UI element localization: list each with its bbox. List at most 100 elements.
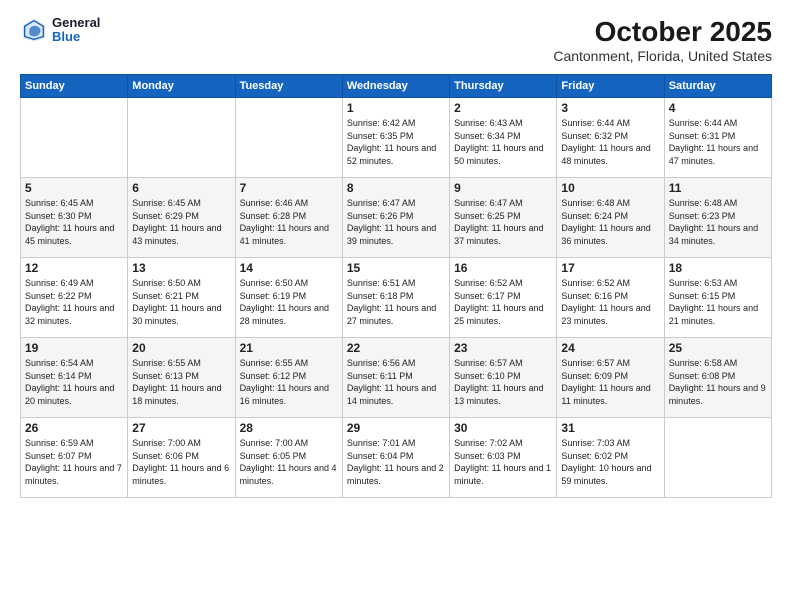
cell-5-3: 28 Sunrise: 7:00 AM Sunset: 6:05 PM Dayli… (235, 418, 342, 498)
cell-info: Sunrise: 6:45 AM Sunset: 6:29 PM Dayligh… (132, 197, 230, 247)
cell-info: Sunrise: 6:49 AM Sunset: 6:22 PM Dayligh… (25, 277, 123, 327)
cell-3-7: 18 Sunrise: 6:53 AM Sunset: 6:15 PM Dayli… (664, 258, 771, 338)
day-number: 13 (132, 261, 230, 275)
day-number: 9 (454, 181, 552, 195)
day-number: 22 (347, 341, 445, 355)
day-number: 11 (669, 181, 767, 195)
cell-info: Sunrise: 6:55 AM Sunset: 6:13 PM Dayligh… (132, 357, 230, 407)
cell-info: Sunrise: 6:44 AM Sunset: 6:31 PM Dayligh… (669, 117, 767, 167)
cell-5-5: 30 Sunrise: 7:02 AM Sunset: 6:03 PM Dayli… (450, 418, 557, 498)
day-number: 26 (25, 421, 123, 435)
cell-2-6: 10Sunrise: 6:48 AM Sunset: 6:24 PM Dayli… (557, 178, 664, 258)
day-number: 2 (454, 101, 552, 115)
cell-info: Sunrise: 6:46 AM Sunset: 6:28 PM Dayligh… (240, 197, 338, 247)
cell-1-1 (21, 98, 128, 178)
cell-4-4: 22 Sunrise: 6:56 AM Sunset: 6:11 PM Dayli… (342, 338, 449, 418)
cell-1-6: 3 Sunrise: 6:44 AM Sunset: 6:32 PM Daylig… (557, 98, 664, 178)
day-number: 17 (561, 261, 659, 275)
day-number: 3 (561, 101, 659, 115)
cell-info: Sunrise: 6:57 AM Sunset: 6:09 PM Dayligh… (561, 357, 659, 407)
col-friday: Friday (557, 75, 664, 98)
cell-3-5: 16 Sunrise: 6:52 AM Sunset: 6:17 PM Dayli… (450, 258, 557, 338)
cell-2-5: 9Sunrise: 6:47 AM Sunset: 6:25 PM Daylig… (450, 178, 557, 258)
day-number: 4 (669, 101, 767, 115)
cell-5-1: 26 Sunrise: 6:59 AM Sunset: 6:07 PM Dayli… (21, 418, 128, 498)
day-number: 28 (240, 421, 338, 435)
day-number: 18 (669, 261, 767, 275)
cell-3-2: 13 Sunrise: 6:50 AM Sunset: 6:21 PM Dayli… (128, 258, 235, 338)
page-subtitle: Cantonment, Florida, United States (553, 48, 772, 64)
cell-4-3: 21 Sunrise: 6:55 AM Sunset: 6:12 PM Dayli… (235, 338, 342, 418)
cell-3-1: 12 Sunrise: 6:49 AM Sunset: 6:22 PM Dayli… (21, 258, 128, 338)
cell-2-7: 11Sunrise: 6:48 AM Sunset: 6:23 PM Dayli… (664, 178, 771, 258)
cell-info: Sunrise: 6:59 AM Sunset: 6:07 PM Dayligh… (25, 437, 123, 487)
cell-info: Sunrise: 6:58 AM Sunset: 6:08 PM Dayligh… (669, 357, 767, 407)
cell-info: Sunrise: 6:54 AM Sunset: 6:14 PM Dayligh… (25, 357, 123, 407)
cell-1-5: 2 Sunrise: 6:43 AM Sunset: 6:34 PM Daylig… (450, 98, 557, 178)
cell-1-3 (235, 98, 342, 178)
page: General Blue October 2025 Cantonment, Fl… (0, 0, 792, 612)
col-tuesday: Tuesday (235, 75, 342, 98)
day-number: 6 (132, 181, 230, 195)
cell-1-2 (128, 98, 235, 178)
day-number: 7 (240, 181, 338, 195)
cell-3-4: 15 Sunrise: 6:51 AM Sunset: 6:18 PM Dayli… (342, 258, 449, 338)
cell-5-6: 31Sunrise: 7:03 AM Sunset: 6:02 PM Dayli… (557, 418, 664, 498)
cell-info: Sunrise: 6:52 AM Sunset: 6:17 PM Dayligh… (454, 277, 552, 327)
cell-5-4: 29 Sunrise: 7:01 AM Sunset: 6:04 PM Dayli… (342, 418, 449, 498)
day-number: 12 (25, 261, 123, 275)
day-number: 30 (454, 421, 552, 435)
cell-2-3: 7 Sunrise: 6:46 AM Sunset: 6:28 PM Daylig… (235, 178, 342, 258)
cell-3-6: 17 Sunrise: 6:52 AM Sunset: 6:16 PM Dayli… (557, 258, 664, 338)
cell-info: Sunrise: 6:53 AM Sunset: 6:15 PM Dayligh… (669, 277, 767, 327)
cell-info: Sunrise: 7:00 AM Sunset: 6:05 PM Dayligh… (240, 437, 338, 487)
cell-info: Sunrise: 6:48 AM Sunset: 6:24 PM Dayligh… (561, 197, 659, 247)
day-number: 5 (25, 181, 123, 195)
cell-info: Sunrise: 6:44 AM Sunset: 6:32 PM Dayligh… (561, 117, 659, 167)
day-number: 25 (669, 341, 767, 355)
col-wednesday: Wednesday (342, 75, 449, 98)
cell-info: Sunrise: 6:43 AM Sunset: 6:34 PM Dayligh… (454, 117, 552, 167)
cell-info: Sunrise: 7:03 AM Sunset: 6:02 PM Dayligh… (561, 437, 659, 487)
day-number: 16 (454, 261, 552, 275)
logo-icon (20, 16, 48, 44)
day-number: 24 (561, 341, 659, 355)
logo-general: General (52, 16, 100, 30)
week-row-3: 12 Sunrise: 6:49 AM Sunset: 6:22 PM Dayli… (21, 258, 772, 338)
logo-blue: Blue (52, 30, 100, 44)
cell-4-6: 24 Sunrise: 6:57 AM Sunset: 6:09 PM Dayli… (557, 338, 664, 418)
cell-info: Sunrise: 7:02 AM Sunset: 6:03 PM Dayligh… (454, 437, 552, 487)
day-number: 27 (132, 421, 230, 435)
week-row-4: 19 Sunrise: 6:54 AM Sunset: 6:14 PM Dayli… (21, 338, 772, 418)
header: General Blue October 2025 Cantonment, Fl… (20, 16, 772, 64)
col-saturday: Saturday (664, 75, 771, 98)
cell-3-3: 14Sunrise: 6:50 AM Sunset: 6:19 PM Dayli… (235, 258, 342, 338)
cell-4-1: 19 Sunrise: 6:54 AM Sunset: 6:14 PM Dayli… (21, 338, 128, 418)
week-row-5: 26 Sunrise: 6:59 AM Sunset: 6:07 PM Dayli… (21, 418, 772, 498)
cell-4-2: 20Sunrise: 6:55 AM Sunset: 6:13 PM Dayli… (128, 338, 235, 418)
week-row-2: 5Sunrise: 6:45 AM Sunset: 6:30 PM Daylig… (21, 178, 772, 258)
cell-5-7 (664, 418, 771, 498)
col-sunday: Sunday (21, 75, 128, 98)
title-block: October 2025 Cantonment, Florida, United… (553, 16, 772, 64)
day-number: 21 (240, 341, 338, 355)
day-number: 23 (454, 341, 552, 355)
day-number: 29 (347, 421, 445, 435)
col-thursday: Thursday (450, 75, 557, 98)
cell-2-4: 8Sunrise: 6:47 AM Sunset: 6:26 PM Daylig… (342, 178, 449, 258)
cell-info: Sunrise: 6:51 AM Sunset: 6:18 PM Dayligh… (347, 277, 445, 327)
logo-text: General Blue (52, 16, 100, 45)
cell-info: Sunrise: 6:52 AM Sunset: 6:16 PM Dayligh… (561, 277, 659, 327)
cell-1-7: 4 Sunrise: 6:44 AM Sunset: 6:31 PM Daylig… (664, 98, 771, 178)
day-number: 15 (347, 261, 445, 275)
cell-4-5: 23 Sunrise: 6:57 AM Sunset: 6:10 PM Dayli… (450, 338, 557, 418)
cell-info: Sunrise: 6:50 AM Sunset: 6:21 PM Dayligh… (132, 277, 230, 327)
cell-5-2: 27Sunrise: 7:00 AM Sunset: 6:06 PM Dayli… (128, 418, 235, 498)
cell-info: Sunrise: 6:56 AM Sunset: 6:11 PM Dayligh… (347, 357, 445, 407)
day-number: 19 (25, 341, 123, 355)
cell-1-4: 1Sunrise: 6:42 AM Sunset: 6:35 PM Daylig… (342, 98, 449, 178)
cell-info: Sunrise: 6:57 AM Sunset: 6:10 PM Dayligh… (454, 357, 552, 407)
header-row: Sunday Monday Tuesday Wednesday Thursday… (21, 75, 772, 98)
cell-info: Sunrise: 7:01 AM Sunset: 6:04 PM Dayligh… (347, 437, 445, 487)
cell-info: Sunrise: 6:55 AM Sunset: 6:12 PM Dayligh… (240, 357, 338, 407)
